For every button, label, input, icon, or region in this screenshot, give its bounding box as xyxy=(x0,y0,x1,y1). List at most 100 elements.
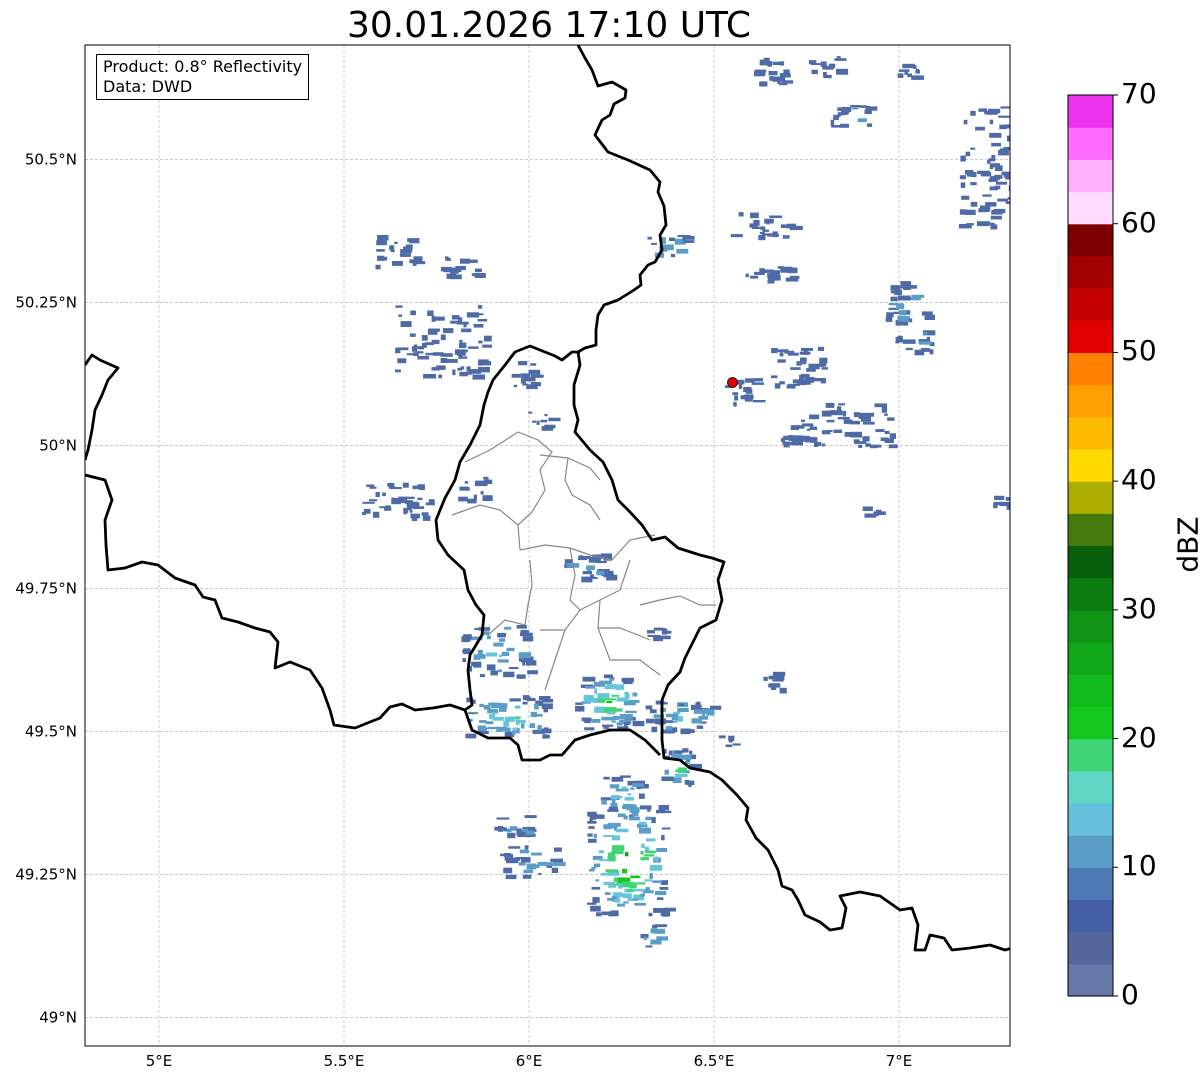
echo-cell xyxy=(826,430,833,432)
echo-cell xyxy=(898,310,907,316)
echo-cell xyxy=(788,352,799,356)
echo-cell xyxy=(842,411,847,417)
echo-cell xyxy=(376,249,385,252)
echo-cell xyxy=(630,787,635,790)
colorbar-segment xyxy=(1068,127,1113,160)
colorbar-segment xyxy=(1068,320,1113,354)
echo-cell xyxy=(744,394,754,400)
colorbar-segment xyxy=(1068,867,1113,901)
echo-cell xyxy=(769,76,774,81)
echo-cell xyxy=(589,869,595,872)
echo-cell xyxy=(461,328,472,333)
echo-cell xyxy=(825,402,835,408)
echo-cell xyxy=(853,412,861,418)
echo-cell xyxy=(863,421,875,425)
echo-cell xyxy=(997,198,1008,202)
echo-cell xyxy=(803,349,808,355)
echo-cell xyxy=(526,698,536,702)
echo-cell xyxy=(597,693,610,699)
colorbar-segment xyxy=(1068,770,1113,804)
echo-cell xyxy=(526,384,538,390)
echo-cell xyxy=(522,828,529,833)
echo-cell xyxy=(887,417,895,421)
echo-cell xyxy=(963,119,968,125)
echo-cell xyxy=(468,346,479,349)
echo-cell xyxy=(435,316,445,321)
echo-cell xyxy=(596,912,602,917)
echo-cell xyxy=(477,649,483,655)
echo-cell xyxy=(683,240,695,243)
echo-cell xyxy=(460,258,470,264)
echo-cell xyxy=(369,499,378,502)
echo-cell xyxy=(376,240,387,246)
echo-cell xyxy=(650,928,657,934)
echo-cell xyxy=(464,481,469,484)
echo-cell xyxy=(377,235,389,241)
echo-cell xyxy=(820,378,826,384)
echo-cell xyxy=(499,654,503,658)
echo-cell xyxy=(826,419,835,423)
echo-cell xyxy=(603,824,611,830)
echo-cell xyxy=(403,507,408,514)
echo-cell xyxy=(989,132,1002,138)
echo-cell xyxy=(409,240,420,244)
echo-cell xyxy=(994,501,1003,506)
echo-cell xyxy=(538,872,542,875)
echo-cell xyxy=(885,316,893,322)
echo-cell xyxy=(492,716,504,721)
lat-tick-label: 49.5°N xyxy=(25,722,77,740)
colorbar-segment xyxy=(1068,416,1113,450)
echo-cell xyxy=(509,853,513,859)
echo-cell xyxy=(503,867,513,874)
echo-cell xyxy=(477,725,486,732)
echo-cell xyxy=(652,880,663,883)
echo-cell xyxy=(664,769,670,775)
echo-cell xyxy=(474,272,480,277)
echo-cell xyxy=(758,235,766,241)
echo-cell xyxy=(656,848,668,852)
echo-cell xyxy=(676,248,689,254)
echo-cell xyxy=(689,750,693,755)
echo-cell xyxy=(397,358,407,364)
echo-cell xyxy=(591,719,601,723)
echo-cell xyxy=(888,444,898,449)
echo-cell xyxy=(629,816,640,821)
echo-cell xyxy=(907,73,912,78)
echo-cell xyxy=(645,850,656,854)
echo-cell xyxy=(611,720,616,723)
echo-cell xyxy=(395,347,409,351)
echo-cell xyxy=(991,155,996,159)
echo-cell xyxy=(805,437,812,443)
echo-cell xyxy=(479,703,484,708)
colorbar-segment xyxy=(1068,609,1113,643)
echo-cell xyxy=(417,484,425,489)
echo-cell xyxy=(389,245,395,250)
echo-cell xyxy=(452,369,456,376)
echo-cell xyxy=(584,717,591,724)
echo-cell xyxy=(522,701,528,705)
echo-cell xyxy=(759,268,765,274)
echo-cell xyxy=(662,630,672,634)
echo-cell xyxy=(620,714,633,720)
echo-cell xyxy=(540,419,548,423)
echo-cell xyxy=(821,367,828,370)
echo-cell xyxy=(984,111,996,115)
echo-cell xyxy=(413,352,419,356)
echo-cell xyxy=(796,361,802,366)
echo-cell xyxy=(582,571,593,575)
echo-cell xyxy=(646,838,656,842)
echo-cell xyxy=(522,874,532,879)
echo-cell xyxy=(982,194,992,197)
echo-cell xyxy=(542,734,547,739)
echo-cell xyxy=(923,332,928,335)
echo-cell xyxy=(864,109,872,115)
echo-cell xyxy=(787,223,796,229)
echo-cell xyxy=(998,149,1009,156)
echo-cell xyxy=(749,223,758,228)
echo-cell xyxy=(782,441,793,445)
echo-cell xyxy=(674,750,684,754)
echo-cell xyxy=(548,417,561,422)
echo-cell xyxy=(395,305,403,308)
echo-cell xyxy=(440,334,446,341)
echo-cell xyxy=(680,728,691,735)
